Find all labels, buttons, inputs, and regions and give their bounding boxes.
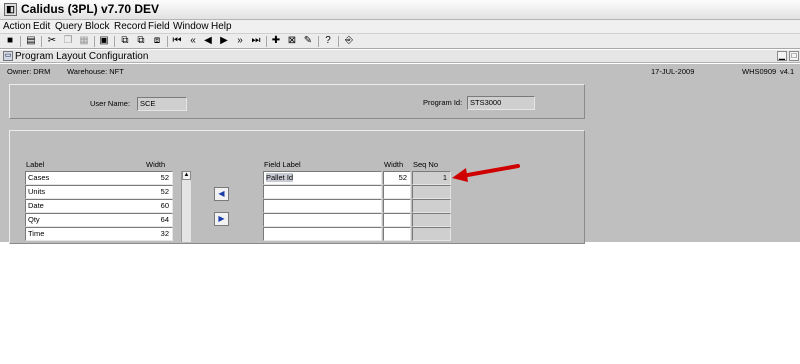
arrow-shaft — [460, 164, 520, 178]
selected-width-field[interactable]: 52 — [383, 171, 411, 185]
menu-edit[interactable]: Edit — [33, 20, 50, 33]
seq-no-column-header: Seq No — [413, 160, 439, 169]
menu-block[interactable]: Block — [85, 20, 109, 33]
minimize-icon[interactable]: ▁ — [777, 51, 787, 61]
selected-label-field[interactable]: Pallet Id — [263, 171, 382, 185]
form-icon[interactable]: ▭ — [3, 51, 13, 61]
clear-record-icon[interactable]: ✎ — [302, 35, 314, 47]
move-left-button[interactable]: ◀ — [214, 187, 229, 201]
next-record-icon[interactable]: ▶ — [218, 35, 230, 47]
scroll-up-icon[interactable]: ▲ — [182, 171, 191, 180]
title-bar: ◧ Calidus (3PL) v7.70 DEV — [0, 0, 800, 20]
selected-width-field[interactable] — [383, 199, 411, 213]
field-label-column-header: Field Label — [264, 160, 301, 169]
insert-record-icon[interactable]: ✚ — [270, 35, 282, 47]
save-icon[interactable]: ■ — [4, 35, 16, 47]
program-id-field[interactable]: STS3000 — [467, 96, 535, 110]
available-width-field[interactable]: 52 — [25, 185, 173, 199]
menu-query[interactable]: Query — [55, 20, 82, 33]
seq-no-field[interactable] — [412, 213, 451, 227]
available-width-field[interactable]: 32 — [25, 227, 173, 241]
seq-no-field[interactable] — [412, 199, 451, 213]
toolbar-separator — [318, 36, 319, 47]
owner-info: Owner: DRM — [7, 67, 51, 76]
user-name-field[interactable]: SCE — [137, 97, 187, 111]
toolbar-separator — [94, 36, 95, 47]
available-width-field[interactable]: 60 — [25, 199, 173, 213]
menu-field[interactable]: Field — [148, 20, 170, 33]
delete-record-icon[interactable]: ⊠ — [286, 35, 298, 47]
toolbar-separator — [167, 36, 168, 47]
menu-window[interactable]: Window — [173, 20, 209, 33]
cancel-query-icon[interactable]: ⧈ — [151, 35, 163, 47]
menu-record[interactable]: Record — [114, 20, 146, 33]
toolbar-separator — [41, 36, 42, 47]
user-name-label: User Name: — [90, 99, 131, 108]
seq-no-field[interactable]: 1 — [412, 171, 451, 185]
seq-no-field[interactable] — [412, 227, 451, 241]
first-record-icon[interactable]: ⏮ — [171, 35, 183, 47]
toolbar-separator — [338, 36, 339, 47]
selected-width-field[interactable] — [383, 213, 411, 227]
selected-text: Pallet Id — [266, 173, 294, 182]
copy-icon[interactable]: ❐ — [62, 35, 74, 47]
previous-record-icon[interactable]: ◀ — [202, 35, 214, 47]
selected-label-field[interactable] — [263, 227, 382, 241]
selected-width-field[interactable] — [383, 227, 411, 241]
menu-help[interactable]: Help — [211, 20, 232, 33]
last-record-icon[interactable]: ⏭ — [250, 35, 262, 47]
available-scrollbar[interactable]: ▲ — [181, 171, 191, 242]
print-icon[interactable]: ▤ — [25, 35, 37, 47]
selected-width-field[interactable] — [383, 185, 411, 199]
menu-action[interactable]: Action — [3, 20, 31, 33]
program-id-label: Program Id: — [423, 98, 463, 107]
enter-query-icon[interactable]: ⧉ — [119, 35, 131, 47]
label-column-header: Label — [26, 160, 45, 169]
selected-label-field[interactable] — [263, 185, 382, 199]
cut-icon[interactable]: ✂ — [46, 35, 58, 47]
available-width-field[interactable]: 52 — [25, 171, 173, 185]
form-title-bar: ▭ Program Layout Configuration ▁ □ — [0, 50, 800, 63]
annotation-arrow — [452, 164, 520, 182]
form-title: Program Layout Configuration — [15, 51, 149, 62]
previous-block-icon[interactable]: « — [187, 35, 199, 47]
list-of-values-icon[interactable]: ▣ — [98, 35, 110, 47]
selected-label-field[interactable] — [263, 213, 382, 227]
seq-no-field[interactable] — [412, 185, 451, 199]
next-block-icon[interactable]: » — [234, 35, 246, 47]
maximize-icon[interactable]: □ — [789, 51, 799, 61]
exit-icon[interactable]: ⎆ — [343, 35, 355, 47]
width-column-header: Width — [146, 160, 166, 169]
menu-bar: Action Edit Query Block Record Field Win… — [0, 20, 800, 33]
available-width-field[interactable]: 64 — [25, 213, 173, 227]
selected-label-field[interactable] — [263, 199, 382, 213]
screen-code: WHS0909 — [742, 67, 777, 76]
toolbar: ■ ▤ ✂ ❐ ▦ ▣ ⧉ ⧉ ⧈ ⏮ « ◀ ▶ » ⏭ ✚ ⊠ ✎ ? ⎆ — [0, 33, 800, 49]
date-info: 17-JUL-2009 — [651, 67, 695, 76]
execute-query-icon[interactable]: ⧉ — [135, 35, 147, 47]
version-info: v4.1 — [780, 67, 795, 76]
toolbar-separator — [20, 36, 21, 47]
arrow-head — [452, 168, 468, 182]
app-icon[interactable]: ◧ — [4, 3, 17, 16]
move-right-button[interactable]: ▶ — [214, 212, 229, 226]
warehouse-info: Warehouse: NFT — [67, 67, 124, 76]
paste-icon[interactable]: ▦ — [78, 35, 90, 47]
toolbar-separator — [114, 36, 115, 47]
help-icon[interactable]: ? — [322, 35, 334, 47]
toolbar-separator — [266, 36, 267, 47]
selected-width-column-header: Width — [384, 160, 404, 169]
window-title: Calidus (3PL) v7.70 DEV — [21, 2, 160, 16]
